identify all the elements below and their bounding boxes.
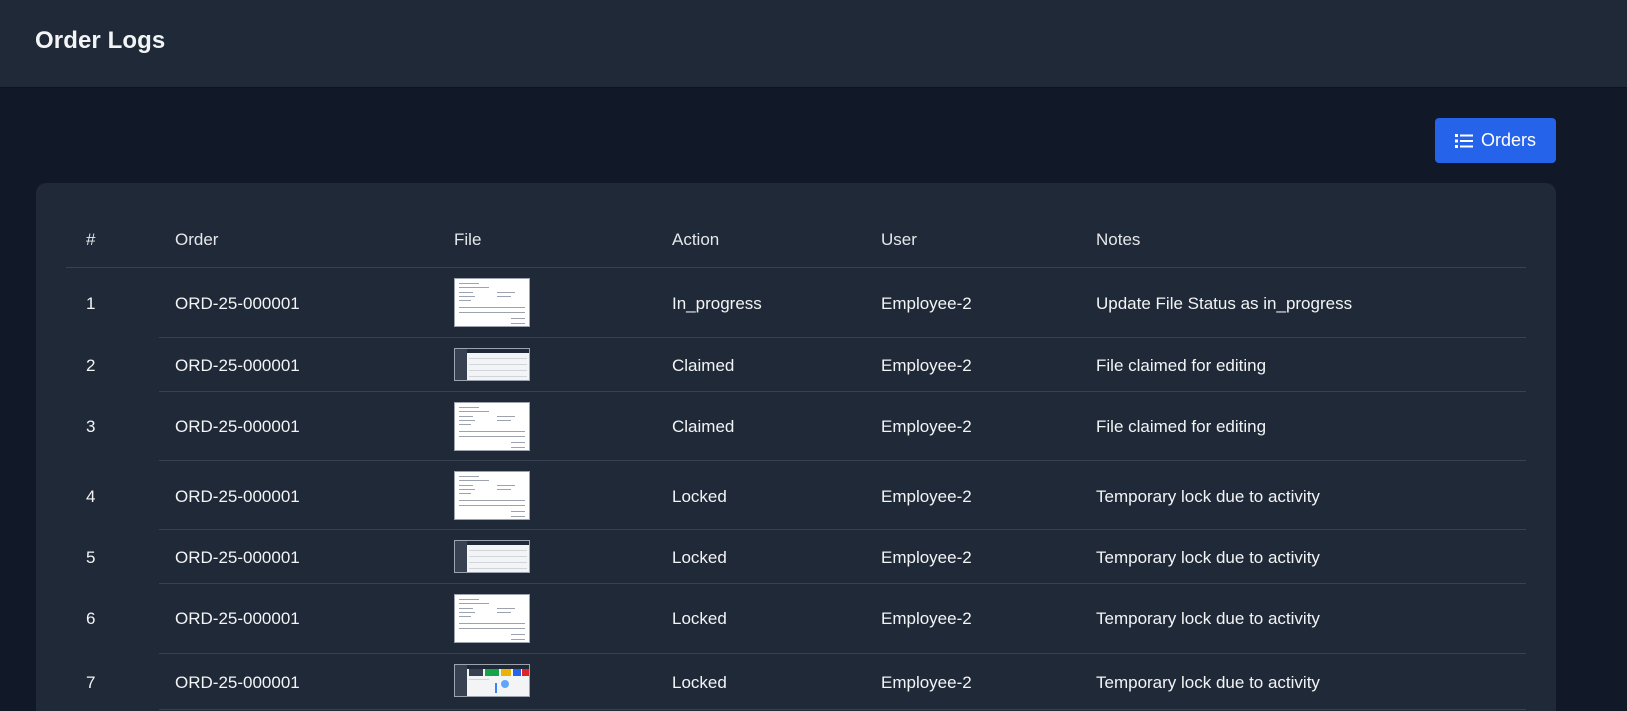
column-header-file[interactable]: File bbox=[454, 230, 481, 250]
order-id[interactable]: ORD-25-000001 bbox=[175, 609, 300, 629]
notes-value: Update File Status as in_progress bbox=[1096, 294, 1353, 313]
action-value: Locked bbox=[672, 609, 727, 628]
file-thumbnail[interactable] bbox=[454, 348, 530, 381]
order-id[interactable]: ORD-25-000001 bbox=[175, 487, 300, 507]
user-value: Employee-2 bbox=[881, 673, 972, 692]
file-thumbnail[interactable] bbox=[454, 471, 530, 520]
top-bar: Order Logs bbox=[0, 0, 1627, 88]
orders-button[interactable]: Orders bbox=[1435, 118, 1556, 163]
user-value: Employee-2 bbox=[881, 356, 972, 375]
table-row: 5 ORD-25-000001 Locked Employee-2 Tempor… bbox=[66, 530, 1526, 584]
order-id[interactable]: ORD-25-000001 bbox=[175, 356, 300, 376]
user-value: Employee-2 bbox=[881, 487, 972, 506]
action-value: In_progress bbox=[672, 294, 762, 313]
action-value: Claimed bbox=[672, 356, 735, 375]
column-header-notes[interactable]: Notes bbox=[1096, 230, 1140, 250]
user-value: Employee-2 bbox=[881, 294, 972, 313]
logs-card: # Order File Action User Notes 1 ORD-25-… bbox=[36, 183, 1556, 711]
order-id[interactable]: ORD-25-000001 bbox=[175, 673, 300, 693]
row-number: 2 bbox=[86, 356, 96, 375]
order-id[interactable]: ORD-25-000001 bbox=[175, 294, 300, 314]
user-value: Employee-2 bbox=[881, 548, 972, 567]
notes-value: Temporary lock due to activity bbox=[1096, 609, 1320, 628]
action-value: Locked bbox=[672, 673, 727, 692]
row-number: 6 bbox=[86, 609, 96, 628]
column-header-order[interactable]: Order bbox=[175, 230, 218, 250]
file-thumbnail[interactable] bbox=[454, 594, 530, 643]
notes-value: Temporary lock due to activity bbox=[1096, 487, 1320, 506]
page-title: Order Logs bbox=[35, 27, 166, 54]
user-value: Employee-2 bbox=[881, 609, 972, 628]
row-number: 4 bbox=[86, 487, 96, 506]
file-thumbnail[interactable] bbox=[454, 278, 530, 327]
table-row: 6 ORD-25-000001 Locked Employee-2 Tempor… bbox=[66, 584, 1526, 654]
notes-value: Temporary lock due to activity bbox=[1096, 673, 1320, 692]
table-row: 1 ORD-25-000001 In_progress Employee-2 U… bbox=[66, 268, 1526, 338]
notes-value: Temporary lock due to activity bbox=[1096, 548, 1320, 567]
table-header: # Order File Action User Notes bbox=[66, 183, 1526, 268]
column-header-action[interactable]: Action bbox=[672, 230, 719, 250]
table-row: 4 ORD-25-000001 Locked Employee-2 Tempor… bbox=[66, 461, 1526, 530]
list-icon bbox=[1454, 133, 1473, 149]
column-header-user[interactable]: User bbox=[881, 230, 917, 250]
table-row: 3 ORD-25-000001 Claimed Employee-2 File … bbox=[66, 392, 1526, 461]
table-row: 2 ORD-25-000001 Claimed Employee-2 File … bbox=[66, 338, 1526, 392]
user-value: Employee-2 bbox=[881, 417, 972, 436]
file-thumbnail[interactable] bbox=[454, 402, 530, 451]
table-row: 7 ORD-25-000001 Locked Employee-2 Tempor… bbox=[66, 654, 1526, 710]
notes-value: File claimed for editing bbox=[1096, 356, 1267, 375]
row-number: 3 bbox=[86, 417, 96, 436]
file-thumbnail[interactable] bbox=[454, 540, 530, 573]
row-number: 7 bbox=[86, 673, 96, 692]
notes-value: File claimed for editing bbox=[1096, 417, 1267, 436]
file-thumbnail[interactable] bbox=[454, 664, 530, 697]
action-value: Claimed bbox=[672, 417, 735, 436]
action-value: Locked bbox=[672, 548, 727, 567]
order-id[interactable]: ORD-25-000001 bbox=[175, 417, 300, 437]
row-number: 5 bbox=[86, 548, 96, 567]
orders-button-label: Orders bbox=[1480, 130, 1536, 150]
action-value: Locked bbox=[672, 487, 727, 506]
order-id[interactable]: ORD-25-000001 bbox=[175, 548, 300, 568]
row-number: 1 bbox=[86, 294, 96, 313]
column-header-number[interactable]: # bbox=[86, 230, 95, 250]
